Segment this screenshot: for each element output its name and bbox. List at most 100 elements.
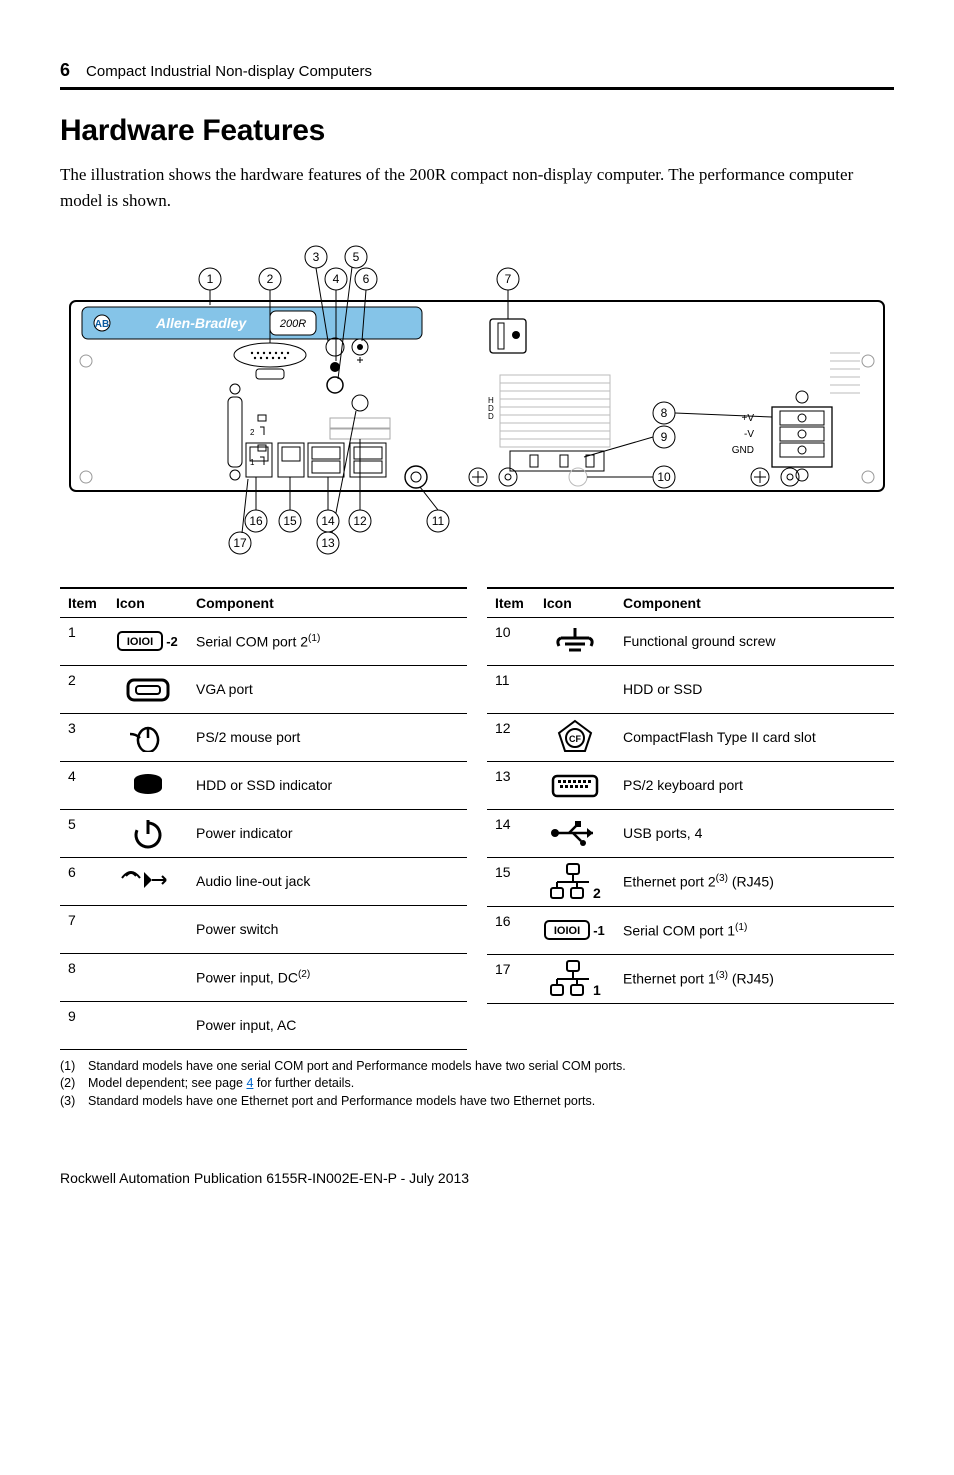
item-number: 4	[60, 761, 108, 809]
th-component: Component	[615, 588, 894, 618]
section-title: Hardware Features	[60, 114, 894, 148]
component-label: PS/2 mouse port	[188, 713, 467, 761]
item-number: 9	[60, 1001, 108, 1049]
page-number: 6	[60, 60, 70, 81]
svg-text:14: 14	[321, 514, 335, 528]
svg-text:1: 1	[593, 982, 601, 998]
component-label: CompactFlash Type II card slot	[615, 713, 894, 761]
svg-text:7: 7	[505, 272, 512, 286]
component-label: VGA port	[188, 665, 467, 713]
serial1-icon: IOIOI-1	[535, 906, 615, 954]
table-row: 2 VGA port	[60, 665, 467, 713]
table-row: 17 1 Ethernet port 1(3) (RJ45)	[487, 954, 894, 1003]
component-label: PS/2 keyboard port	[615, 761, 894, 809]
svg-text:13: 13	[321, 536, 335, 550]
footnote: (1)Standard models have one serial COM p…	[60, 1058, 894, 1076]
ps2mouse-icon	[108, 713, 188, 761]
table-row: 13 PS/2 keyboard port	[487, 761, 894, 809]
hddled-icon	[108, 761, 188, 809]
svg-text:IOIOI: IOIOI	[127, 636, 153, 648]
footnotes: (1)Standard models have one serial COM p…	[60, 1058, 894, 1111]
svg-text:2: 2	[267, 272, 274, 286]
table-row: 1IOIOI-2Serial COM port 2(1)	[60, 617, 467, 665]
item-number: 6	[60, 857, 108, 905]
table-row: 8Power input, DC(2)	[60, 953, 467, 1001]
table-row: 152Ethernet port 2(3) (RJ45)	[487, 857, 894, 906]
section-intro: The illustration shows the hardware feat…	[60, 162, 894, 215]
footnote-index: (3)	[60, 1093, 88, 1111]
component-label: Ethernet port 1(3) (RJ45)	[615, 954, 894, 1003]
components-table-left: Item Icon Component 1IOIOI-2Serial COM p…	[60, 587, 467, 1050]
svg-text:-1: -1	[593, 923, 605, 938]
th-icon: Icon	[535, 588, 615, 618]
table-row: 11 HDD or SSD	[487, 665, 894, 713]
table-row: 7Power switch	[60, 905, 467, 953]
component-label: Power input, AC	[188, 1001, 467, 1049]
component-label: Audio line-out jack	[188, 857, 467, 905]
component-label: Power indicator	[188, 809, 467, 857]
table-row: 5 Power indicator	[60, 809, 467, 857]
component-label: Serial COM port 1(1)	[615, 906, 894, 954]
svg-text:8: 8	[661, 406, 668, 420]
item-number: 7	[60, 905, 108, 953]
blank-icon	[108, 1001, 188, 1049]
svg-text:6: 6	[363, 272, 370, 286]
svg-text:-2: -2	[166, 634, 178, 649]
item-number: 15	[487, 857, 535, 906]
component-label: Power input, DC(2)	[188, 953, 467, 1001]
svg-text:16: 16	[249, 514, 263, 528]
component-label: Serial COM port 2(1)	[188, 617, 467, 665]
blank-icon	[108, 905, 188, 953]
svg-text:3: 3	[313, 250, 320, 264]
terminal-vpos: +V	[741, 413, 754, 424]
table-row: 9 Power input, AC	[60, 1001, 467, 1049]
usb-icon	[535, 809, 615, 857]
th-icon: Icon	[108, 588, 188, 618]
port-label-2: 2	[250, 428, 255, 437]
document-title: Compact Industrial Non-display Computers	[86, 63, 372, 80]
keyboard-icon	[535, 761, 615, 809]
audio-icon	[108, 857, 188, 905]
blank-icon	[108, 953, 188, 1001]
page-header: 6 Compact Industrial Non-display Compute…	[60, 60, 894, 90]
item-number: 5	[60, 809, 108, 857]
item-number: 11	[487, 665, 535, 713]
hardware-diagram: AB Allen-Bradley 200R 2 1	[60, 233, 894, 573]
ground-icon	[535, 617, 615, 665]
footnote-index: (1)	[60, 1058, 88, 1076]
item-number: 3	[60, 713, 108, 761]
component-label: USB ports, 4	[615, 809, 894, 857]
port-label-1: 1	[250, 458, 255, 467]
item-number: 10	[487, 617, 535, 665]
svg-text:15: 15	[283, 514, 297, 528]
svg-text:D: D	[488, 412, 494, 421]
component-label: HDD or SSD indicator	[188, 761, 467, 809]
svg-text:AB: AB	[95, 319, 109, 330]
item-number: 12	[487, 713, 535, 761]
serial2-icon: IOIOI -2	[108, 617, 188, 665]
item-number: 2	[60, 665, 108, 713]
footnote-index: (2)	[60, 1075, 88, 1093]
svg-text:2: 2	[593, 885, 601, 901]
svg-text:9: 9	[661, 430, 668, 444]
component-label: HDD or SSD	[615, 665, 894, 713]
footnote-text: Standard models have one Ethernet port a…	[88, 1093, 595, 1111]
table-row: 10 Functional ground screw	[487, 617, 894, 665]
table-row: 16IOIOI-1Serial COM port 1(1)	[487, 906, 894, 954]
svg-text:4: 4	[333, 272, 340, 286]
item-number: 17	[487, 954, 535, 1003]
footnote: (3)Standard models have one Ethernet por…	[60, 1093, 894, 1111]
table-row: 6 Audio line-out jack	[60, 857, 467, 905]
svg-text:11: 11	[432, 514, 445, 528]
table-row: 12CFCompactFlash Type II card slot	[487, 713, 894, 761]
component-label: Functional ground screw	[615, 617, 894, 665]
terminal-gnd: GND	[732, 445, 754, 456]
publication-footer: Rockwell Automation Publication 6155R-IN…	[60, 1170, 894, 1186]
table-row: 3 PS/2 mouse port	[60, 713, 467, 761]
svg-text:12: 12	[353, 514, 367, 528]
svg-text:1: 1	[207, 272, 214, 286]
eth2-icon: 2	[535, 857, 615, 906]
item-number: 13	[487, 761, 535, 809]
item-number: 16	[487, 906, 535, 954]
components-table-right: Item Icon Component 10Functional ground …	[487, 587, 894, 1004]
